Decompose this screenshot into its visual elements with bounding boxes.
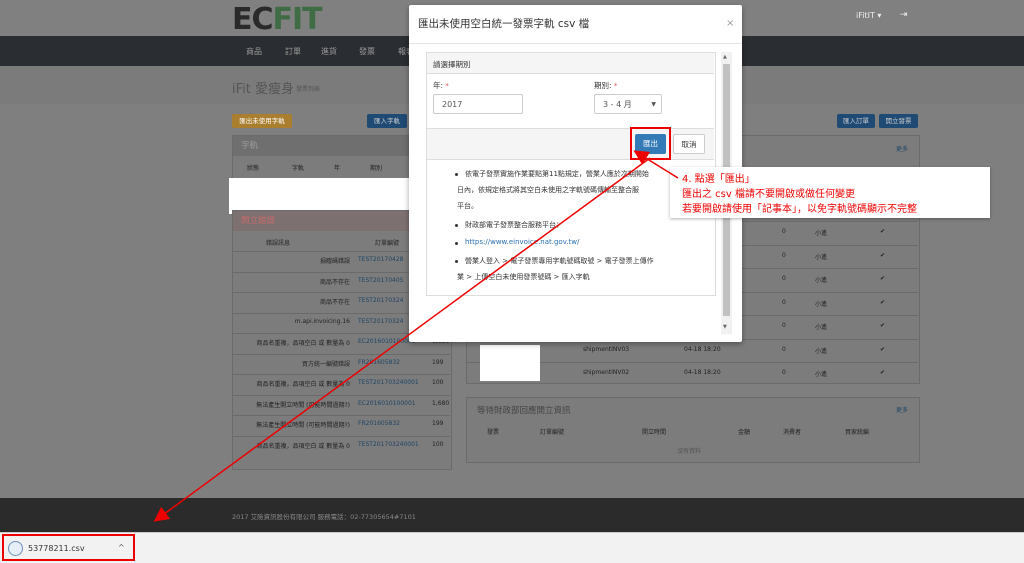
arrow-to-export-button [633,150,679,179]
annotation-arrows [153,150,679,522]
file-icon [8,541,23,556]
chevron-up-icon[interactable]: ^ [118,543,125,552]
arrow-to-download [153,157,651,522]
download-bar [0,532,1024,563]
download-filename[interactable]: 53778211.csv [28,544,85,553]
